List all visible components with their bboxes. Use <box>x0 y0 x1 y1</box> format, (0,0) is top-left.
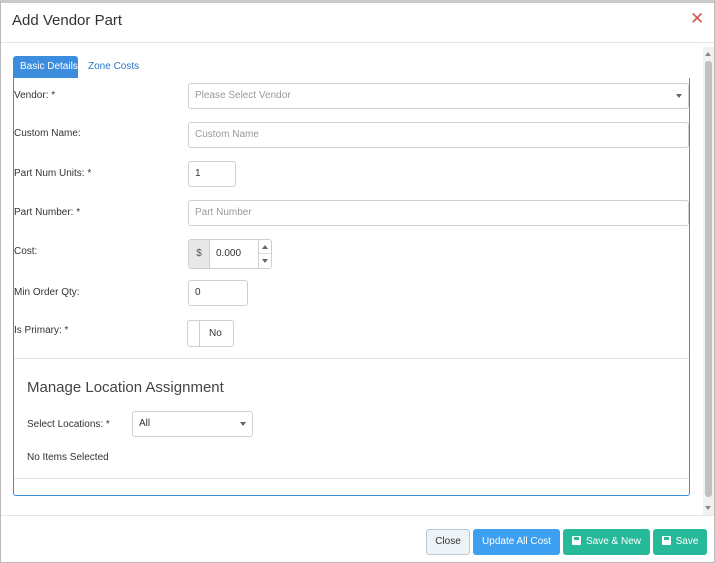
min-order-qty-value: 0 <box>195 287 201 298</box>
save-and-new-label: Save & New <box>585 536 642 547</box>
cost-stepper[interactable] <box>258 240 271 268</box>
min-order-qty-label: Min Order Qty: <box>14 287 80 298</box>
custom-name-label: Custom Name: <box>14 128 81 139</box>
section-divider-bottom <box>14 478 689 479</box>
dialog-title: Add Vendor Part <box>12 12 123 29</box>
select-locations-label: Select Locations: * <box>27 419 110 430</box>
floppy-disk-icon <box>661 536 671 545</box>
locations-select-value: All <box>139 418 151 429</box>
section-divider <box>14 358 689 359</box>
stepper-down-icon[interactable] <box>262 259 268 263</box>
is-primary-label: Is Primary: * <box>14 325 69 336</box>
part-num-units-value: 1 <box>195 168 201 179</box>
custom-name-placeholder: Custom Name <box>195 129 259 140</box>
chevron-down-icon <box>676 94 682 98</box>
cost-label: Cost: <box>14 246 38 257</box>
custom-name-input[interactable]: Custom Name <box>188 122 689 148</box>
part-num-units-input[interactable]: 1 <box>188 161 236 187</box>
part-number-input[interactable]: Part Number <box>188 200 689 226</box>
save-button[interactable]: Save <box>653 529 707 555</box>
basic-details-panel: Vendor: * Please Select Vendor Custom Na… <box>13 78 690 496</box>
close-button[interactable]: Close <box>426 529 470 555</box>
close-icon[interactable]: ✕ <box>690 10 704 27</box>
part-number-placeholder: Part Number <box>195 207 252 218</box>
toggle-state: No <box>209 328 222 339</box>
locations-select[interactable]: All <box>132 411 253 437</box>
tab-zone-costs[interactable]: Zone Costs <box>81 56 146 78</box>
save-label: Save <box>675 536 699 547</box>
scroll-up-icon[interactable] <box>705 52 711 56</box>
chevron-down-icon <box>240 422 246 426</box>
part-number-label: Part Number: * <box>14 207 81 218</box>
floppy-disk-icon <box>571 536 581 545</box>
no-items-text: No Items Selected <box>27 452 109 463</box>
part-num-units-label: Part Num Units: * <box>14 168 92 179</box>
cost-input-group: $ 0.000 <box>188 239 272 269</box>
vertical-scrollbar[interactable] <box>703 47 714 515</box>
dialog-body: Basic Details Zone Costs Vendor: * Pleas… <box>1 44 701 514</box>
vendor-label: Vendor: * <box>14 90 56 101</box>
vendor-select-placeholder: Please Select Vendor <box>195 90 291 101</box>
dialog-header: Add Vendor Part ✕ <box>1 3 714 43</box>
vendor-select[interactable]: Please Select Vendor <box>188 83 689 109</box>
add-vendor-part-dialog: Add Vendor Part ✕ Basic Details Zone Cos… <box>0 0 715 563</box>
min-order-qty-input[interactable]: 0 <box>188 280 248 306</box>
tab-basic-details[interactable]: Basic Details <box>13 56 78 78</box>
update-all-cost-button[interactable]: Update All Cost <box>473 529 560 555</box>
cost-input[interactable]: 0.000 <box>216 240 241 268</box>
location-section-title: Manage Location Assignment <box>27 379 224 396</box>
stepper-up-icon[interactable] <box>262 245 268 249</box>
dialog-footer: Close Update All Cost Save & New Save <box>1 515 714 563</box>
scrollbar-thumb[interactable] <box>705 61 712 497</box>
is-primary-toggle[interactable]: No <box>187 320 234 347</box>
scroll-down-icon[interactable] <box>705 506 711 510</box>
toggle-knob <box>188 321 200 346</box>
save-and-new-button[interactable]: Save & New <box>563 529 650 555</box>
currency-prefix: $ <box>189 240 210 268</box>
